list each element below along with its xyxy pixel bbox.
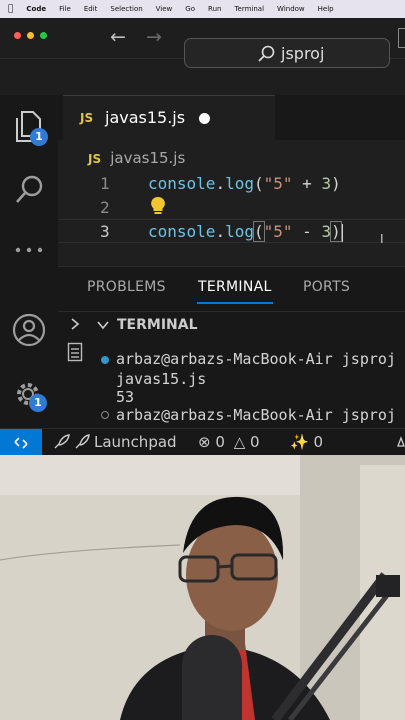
ports-status-button[interactable]: ✨ 0 (290, 433, 323, 451)
search-text: jsproj (281, 44, 325, 63)
search-icon (258, 45, 275, 62)
search-icon[interactable] (14, 173, 46, 205)
breadcrumb: JS javas15.js (88, 148, 185, 167)
menu-help[interactable]: Help (318, 5, 334, 13)
back-arrow-icon[interactable]: ← (110, 26, 126, 48)
problems-status-button[interactable]: ⊗ 0 △ 0 (198, 433, 260, 451)
breadcrumb-file[interactable]: javas15.js (110, 149, 185, 167)
warning-count: 0 (250, 433, 260, 451)
menu-file[interactable]: File (59, 5, 71, 13)
lightbulb-icon[interactable] (150, 196, 166, 216)
code-token: "5" (263, 222, 293, 241)
js-file-icon: JS (88, 152, 102, 166)
menu-terminal[interactable]: Terminal (234, 5, 264, 13)
code-token: . (215, 222, 226, 241)
text-cursor (340, 223, 343, 242)
menu-window[interactable]: Window (277, 5, 305, 13)
tab-terminal[interactable]: TERMINAL (198, 279, 272, 295)
menu-run[interactable]: Run (208, 5, 221, 13)
line-number: 2 (100, 198, 110, 217)
code-line-1[interactable]: console.log("5" + 3) (148, 174, 341, 193)
code-token: - (292, 222, 322, 241)
code-token: + (292, 174, 322, 193)
menu-view[interactable]: View (156, 5, 173, 13)
line-number: 3 (100, 222, 110, 241)
editor-tab-bar: JS javas15.js (58, 95, 405, 140)
minimize-window-button[interactable] (27, 32, 34, 39)
chevron-right-icon[interactable] (69, 317, 81, 331)
tab-ports[interactable]: PORTS (303, 279, 350, 295)
active-tab-indicator (197, 302, 273, 304)
warning-icon: △ (233, 433, 246, 451)
error-count: 0 (215, 433, 225, 451)
panel-divider (58, 311, 405, 312)
apple-icon[interactable]:  (8, 4, 13, 14)
command-pending-dot (101, 411, 109, 419)
tab-label: javas15.js (105, 108, 186, 127)
code-editor[interactable]: JS javas15.js 1 console.log("5" + 3) 2 3… (58, 140, 405, 265)
settings-badge: 1 (29, 394, 47, 412)
ports-count: 0 (313, 433, 324, 451)
account-icon[interactable] (12, 313, 46, 347)
launchpad-button[interactable]: Launchpad (94, 433, 177, 451)
rocket-icon (54, 434, 90, 449)
code-token: ) (330, 221, 342, 242)
code-token: log (225, 222, 254, 241)
command-center-search[interactable]: jsproj (184, 38, 390, 68)
code-token: console (148, 174, 216, 193)
code-token: ( (253, 221, 265, 242)
broadcast-icon: ✨ (290, 433, 309, 451)
presenter-video-frame (0, 455, 405, 720)
code-token: 3 (321, 222, 332, 241)
remote-indicator-button[interactable] (0, 429, 42, 456)
code-token: console (148, 222, 216, 241)
code-token: log (225, 174, 254, 193)
layout-toggle-icon[interactable] (398, 28, 405, 48)
code-line-3[interactable]: console.log("5" - 3) (148, 221, 343, 242)
terminal-line: 53 (116, 388, 135, 406)
zoom-window-button[interactable] (40, 32, 47, 39)
menu-edit[interactable]: Edit (84, 5, 98, 13)
terminal-section-title: TERMINAL (117, 317, 198, 333)
terminal-line: arbaz@arbazs-MacBook-Air jsproj (116, 350, 396, 368)
more-icon[interactable] (14, 245, 44, 255)
explorer-button[interactable]: 1 (13, 109, 48, 146)
bell-icon[interactable] (397, 436, 405, 450)
bottom-panel: PROBLEMS TERMINAL PORTS TERMINAL arbaz@a… (58, 266, 405, 429)
command-success-dot (101, 356, 109, 364)
code-token: ) (331, 174, 341, 193)
menu-app-name[interactable]: Code (26, 5, 46, 13)
chevron-down-icon[interactable] (96, 319, 110, 331)
code-token: ( (253, 174, 264, 193)
terminal-prompt[interactable]: arbaz@arbazs-MacBook-Air jsproj (116, 406, 396, 424)
ibeam-cursor-icon: I (380, 232, 384, 246)
manage-button[interactable]: 1 (12, 378, 47, 412)
code-token: "5" (263, 174, 293, 193)
terminal-line: javas15.js (116, 370, 207, 388)
webcam-video (0, 455, 405, 720)
explorer-badge: 1 (30, 128, 48, 146)
terminal-list-icon[interactable] (67, 342, 83, 362)
activity-bar: 1 1 (0, 95, 58, 428)
tab-javas15[interactable]: JS javas15.js (63, 95, 275, 140)
remote-icon (14, 437, 28, 449)
code-token: . (215, 174, 226, 193)
forward-arrow-icon[interactable]: → (146, 26, 162, 48)
unsaved-dot-icon[interactable] (199, 113, 210, 124)
mac-menu-bar:  Code File Edit Selection View Go Run T… (0, 0, 405, 18)
js-file-icon: JS (80, 111, 94, 125)
menu-go[interactable]: Go (185, 5, 195, 13)
code-token: 3 (321, 174, 332, 193)
close-window-button[interactable] (14, 32, 21, 39)
line-number: 1 (100, 174, 110, 193)
status-bar: Launchpad ⊗ 0 △ 0 ✨ 0 (0, 428, 405, 456)
menu-selection[interactable]: Selection (110, 5, 142, 13)
error-icon: ⊗ (198, 433, 211, 451)
tab-problems[interactable]: PROBLEMS (87, 279, 166, 295)
